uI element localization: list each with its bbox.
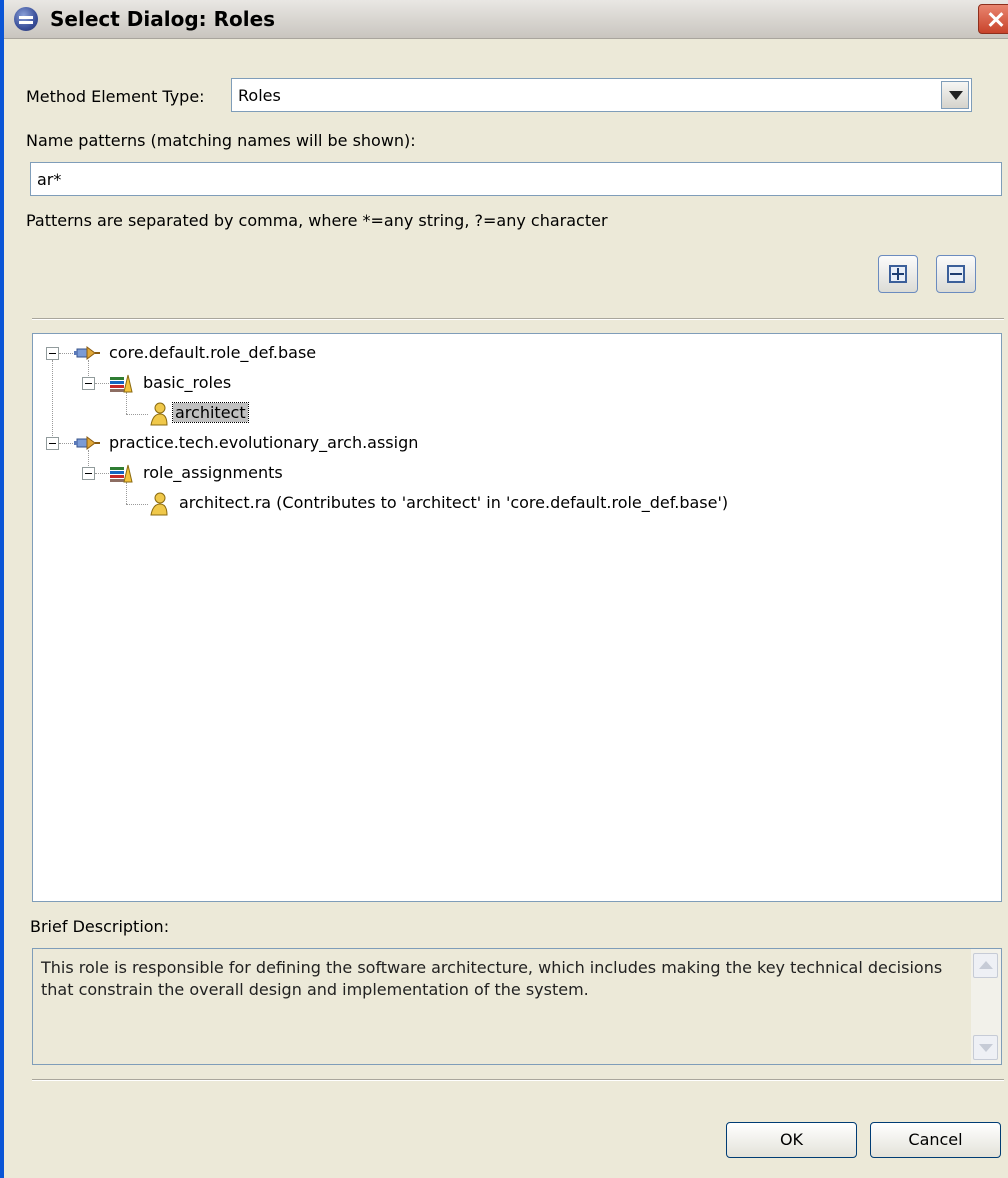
- tree-node-label: architect.ra (Contributes to 'architect'…: [179, 493, 729, 512]
- tree-node-label: practice.tech.evolutionary_arch.assign: [109, 433, 419, 452]
- ok-button[interactable]: OK: [726, 1122, 857, 1158]
- expand-all-button[interactable]: [878, 255, 918, 293]
- method-element-type-value: Roles: [238, 86, 281, 105]
- cancel-button[interactable]: Cancel: [870, 1122, 1001, 1158]
- collapse-all-button[interactable]: [936, 255, 976, 293]
- package-icon: [110, 464, 133, 483]
- collapse-toggle-icon[interactable]: [46, 437, 59, 450]
- close-button[interactable]: [978, 4, 1008, 34]
- brief-description-label: Brief Description:: [30, 917, 170, 936]
- plugin-icon: [74, 346, 100, 360]
- select-dialog: Select Dialog: Roles Method Element Type…: [0, 0, 1008, 1178]
- separator: [32, 1079, 1004, 1081]
- collapse-toggle-icon[interactable]: [82, 377, 95, 390]
- tree-node-package[interactable]: role_assignments: [33, 461, 633, 487]
- tree-node-package[interactable]: basic_roles: [33, 371, 633, 397]
- tree-node-label: core.default.role_def.base: [109, 343, 317, 362]
- collapse-toggle-icon[interactable]: [46, 347, 59, 360]
- tree-node-role[interactable]: architect: [33, 401, 633, 427]
- scroll-down-icon[interactable]: [973, 1035, 998, 1060]
- chevron-down-icon[interactable]: [941, 81, 969, 109]
- eclipse-app-icon: [14, 7, 38, 31]
- method-element-type-select[interactable]: Roles: [231, 78, 972, 112]
- tree-node-role[interactable]: architect.ra (Contributes to 'architect'…: [33, 491, 973, 517]
- method-element-type-label: Method Element Type:: [26, 87, 205, 106]
- plugin-icon: [74, 436, 100, 450]
- element-tree[interactable]: core.default.role_def.base basic_roles a…: [32, 333, 1002, 902]
- brief-description-text: This role is responsible for defining th…: [41, 958, 943, 999]
- separator: [32, 318, 1004, 320]
- scroll-up-icon[interactable]: [973, 953, 998, 978]
- role-icon: [150, 402, 168, 426]
- collapse-toggle-icon[interactable]: [82, 467, 95, 480]
- dialog-title: Select Dialog: Roles: [50, 7, 276, 31]
- tree-node-label: basic_roles: [143, 373, 232, 392]
- name-patterns-input[interactable]: [30, 162, 1002, 196]
- tree-node-plugin[interactable]: practice.tech.evolutionary_arch.assign: [33, 431, 833, 457]
- tree-node-label: architect: [172, 402, 249, 423]
- patterns-hint: Patterns are separated by comma, where *…: [26, 211, 608, 230]
- description-scrollbar[interactable]: [971, 949, 1001, 1064]
- brief-description-box[interactable]: This role is responsible for defining th…: [32, 948, 1002, 1065]
- role-icon: [150, 492, 168, 516]
- tree-node-plugin[interactable]: core.default.role_def.base: [33, 341, 633, 367]
- name-patterns-label: Name patterns (matching names will be sh…: [26, 131, 416, 150]
- package-icon: [110, 374, 133, 393]
- tree-node-label: role_assignments: [143, 463, 283, 482]
- title-bar[interactable]: Select Dialog: Roles: [4, 0, 1008, 39]
